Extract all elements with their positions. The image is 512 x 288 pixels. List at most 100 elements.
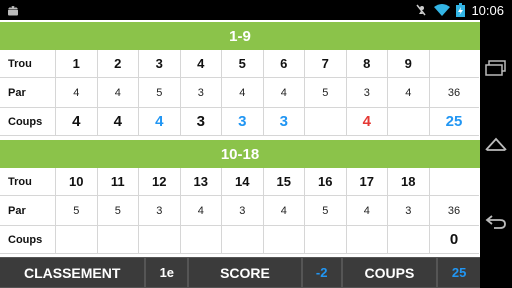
classement-value: 1e (146, 258, 188, 287)
coups-cell[interactable] (346, 226, 388, 254)
total-header-cell (429, 50, 479, 78)
hole-number: 18 (401, 174, 416, 189)
coups-cell[interactable] (388, 108, 430, 136)
trou-label: Trou (0, 168, 56, 196)
hole-number: 12 (152, 174, 167, 189)
classement-button[interactable]: CLASSEMENT (0, 258, 145, 287)
par-value: 4 (73, 86, 80, 99)
android-icon (8, 6, 18, 16)
par-label: Par (0, 196, 56, 226)
coups-button[interactable]: COUPS (342, 258, 437, 287)
app-root: 10:06 1-9 Trou 1 2 3 4 5 6 7 8 9 Par 4 4… (0, 0, 512, 288)
coups-cell[interactable]: 3 (263, 108, 305, 136)
status-icons: 10:06 (414, 0, 504, 20)
hole-number: 13 (193, 174, 208, 189)
hole-number: 9 (404, 56, 412, 71)
par-value: 4 (239, 86, 246, 99)
coups-label: Coups (0, 226, 56, 254)
status-bar: 10:06 (0, 0, 512, 20)
par-value: 3 (156, 204, 163, 217)
par-value: 5 (322, 204, 329, 217)
back-nine-header: 10-18 (0, 140, 480, 168)
recent-apps-button[interactable] (480, 48, 512, 88)
hole-number: 4 (197, 56, 205, 71)
hole-number: 5 (238, 56, 246, 71)
score-button[interactable]: SCORE (189, 258, 301, 287)
coups-label: Coups (0, 108, 56, 136)
par-value: 4 (405, 86, 412, 99)
coups-value: 4 (155, 113, 164, 130)
par-value: 4 (280, 86, 287, 99)
hole-number: 1 (72, 56, 80, 71)
mute-icon (416, 4, 427, 16)
home-icon (485, 137, 507, 151)
coups-cell[interactable] (388, 226, 430, 254)
par-value: 5 (156, 86, 163, 99)
par-value: 4 (114, 86, 121, 99)
back-trou-row: Trou 10 11 12 13 14 15 16 17 18 (0, 168, 480, 196)
coups-total-value: 25 (438, 258, 481, 287)
par-value: 4 (197, 204, 204, 217)
coups-cell[interactable]: 4 (97, 108, 139, 136)
battery-icon (456, 3, 466, 17)
coups-cell[interactable] (139, 226, 181, 254)
coups-value: 4 (362, 113, 371, 130)
navigation-bar (480, 20, 512, 288)
recent-apps-icon (485, 60, 506, 76)
trou-label: Trou (0, 50, 56, 78)
hole-number: 7 (321, 56, 329, 71)
par-label: Par (0, 78, 56, 108)
front-par-row: Par 4 4 5 3 4 4 5 3 4 36 (0, 78, 480, 108)
par-value: 3 (405, 204, 412, 217)
coups-cell[interactable]: 3 (180, 108, 222, 136)
par-value: 5 (114, 204, 121, 217)
hole-number: 2 (114, 56, 122, 71)
coups-cell[interactable] (97, 226, 139, 254)
coups-value: 3 (279, 113, 288, 130)
coups-cell[interactable] (180, 226, 222, 254)
back-par-row: Par 5 5 3 4 3 4 5 4 3 36 (0, 196, 480, 226)
status-clock: 10:06 (471, 2, 504, 18)
coups-cell[interactable] (222, 226, 264, 254)
par-value: 4 (363, 204, 370, 217)
home-button[interactable] (480, 124, 512, 164)
front-coups-row: Coups 4 4 4 3 3 3 4 25 (0, 108, 480, 136)
hole-number: 3 (155, 56, 163, 71)
coups-cell[interactable] (305, 226, 347, 254)
hole-number: 14 (235, 174, 250, 189)
coups-cell[interactable]: 4 (346, 108, 388, 136)
front-nine-header: 1-9 (0, 22, 480, 50)
wifi-icon (434, 4, 451, 16)
score-value: -2 (302, 258, 341, 287)
back-arrow-icon (485, 215, 506, 229)
par-total: 36 (447, 204, 461, 217)
coups-cell[interactable] (263, 226, 305, 254)
scorecard: 1-9 Trou 1 2 3 4 5 6 7 8 9 Par 4 4 5 3 4… (0, 20, 480, 288)
coups-cell[interactable] (305, 108, 347, 136)
coups-cell[interactable]: 3 (222, 108, 264, 136)
coups-value: 4 (72, 113, 81, 130)
coups-cell[interactable]: 4 (139, 108, 181, 136)
coups-total: 0 (449, 231, 459, 248)
coups-total: 25 (445, 113, 463, 130)
hole-number: 6 (280, 56, 288, 71)
par-value: 3 (197, 86, 204, 99)
par-total: 36 (447, 86, 461, 99)
par-value: 3 (239, 204, 246, 217)
hole-number: 15 (276, 174, 291, 189)
back-coups-row: Coups 0 (0, 226, 480, 254)
front-trou-row: Trou 1 2 3 4 5 6 7 8 9 (0, 50, 480, 78)
hole-number: 8 (363, 56, 371, 71)
par-value: 5 (322, 86, 329, 99)
coups-cell[interactable] (56, 226, 98, 254)
bottom-bar: CLASSEMENT 1e SCORE -2 COUPS 25 (0, 257, 481, 288)
coups-cell[interactable]: 4 (56, 108, 98, 136)
hole-number: 17 (359, 174, 374, 189)
par-value: 3 (363, 86, 370, 99)
coups-value: 3 (196, 113, 205, 130)
hole-number: 16 (318, 174, 333, 189)
back-button[interactable] (480, 202, 512, 242)
par-value: 4 (280, 204, 287, 217)
hole-number: 11 (110, 174, 125, 189)
par-value: 5 (73, 204, 80, 217)
